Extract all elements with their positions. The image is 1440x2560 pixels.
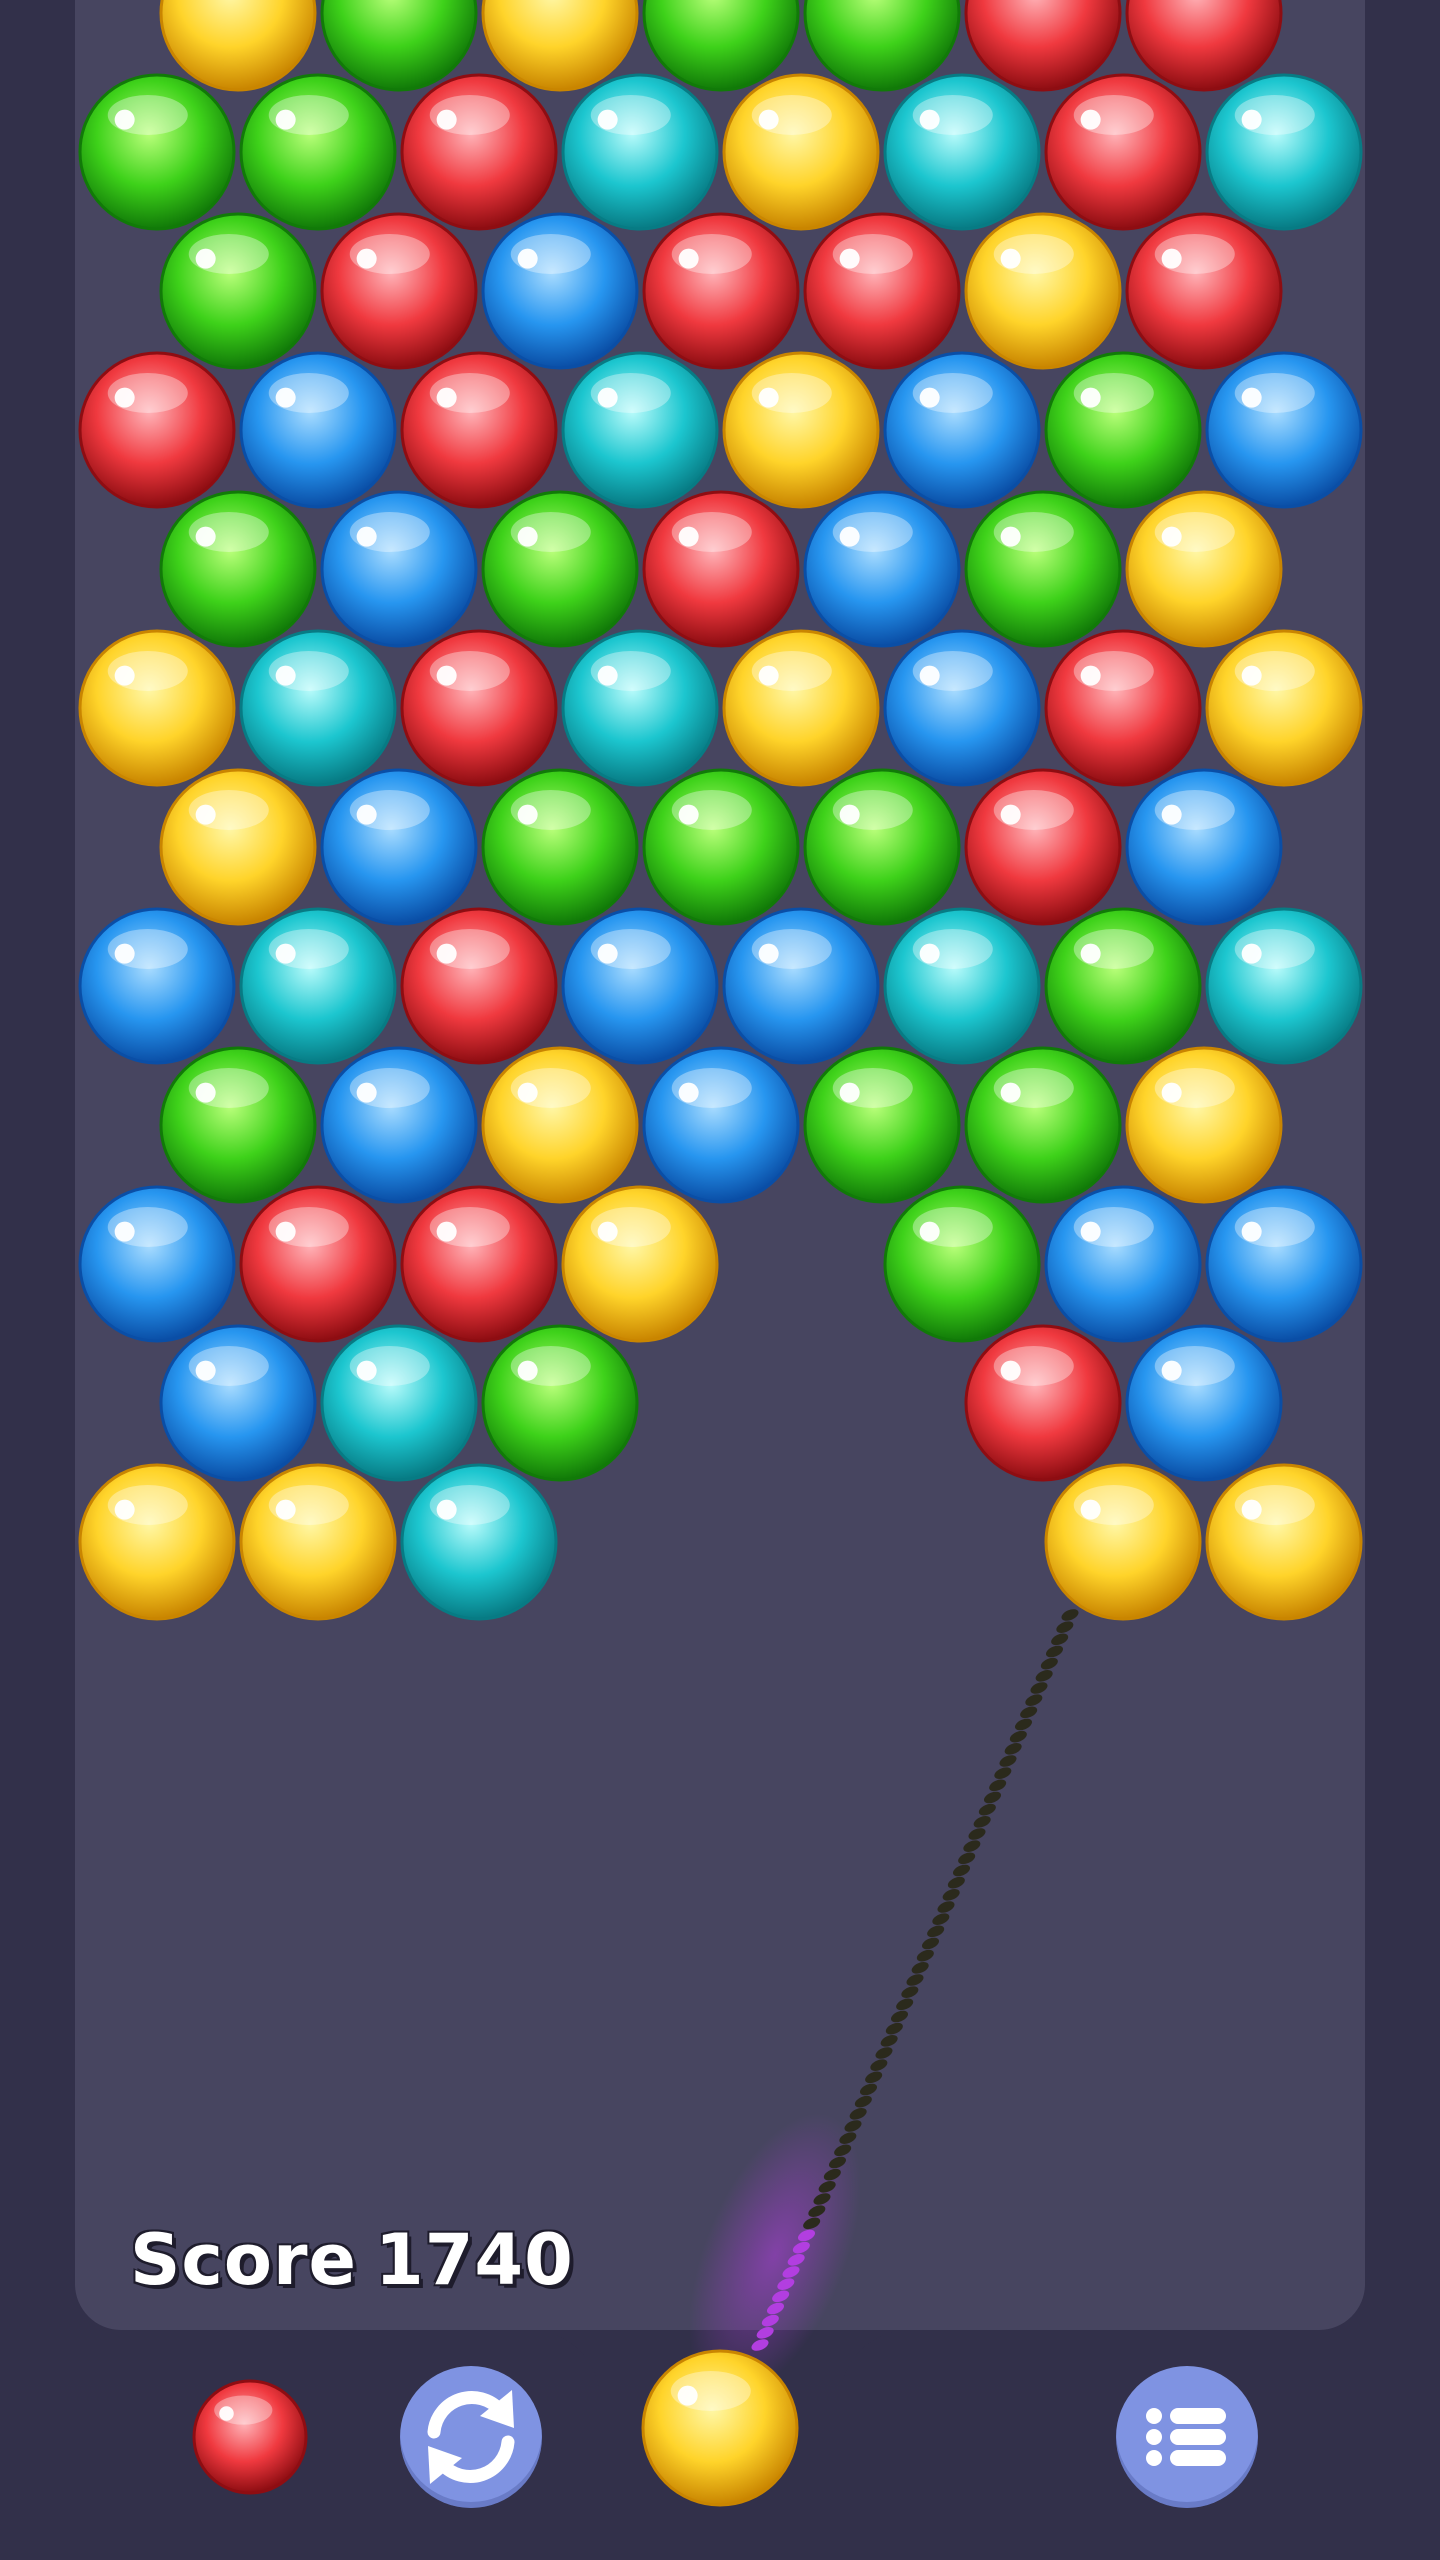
bubble-yellow bbox=[481, 1046, 639, 1204]
bubble-green bbox=[159, 490, 317, 648]
bubble-cyan bbox=[883, 907, 1041, 1065]
bubble-yellow bbox=[78, 1463, 236, 1621]
bubble-green bbox=[481, 490, 639, 648]
bubble-blue bbox=[320, 768, 478, 926]
score-display: Score 1740 bbox=[130, 2210, 592, 2310]
bubble-red bbox=[78, 351, 236, 509]
bubble-red bbox=[642, 490, 800, 648]
bubble-blue bbox=[803, 490, 961, 648]
bubble-green bbox=[964, 1046, 1122, 1204]
bubble-green bbox=[1044, 907, 1202, 1065]
bubble-red bbox=[642, 212, 800, 370]
bubble-green bbox=[803, 768, 961, 926]
bubble-red bbox=[803, 212, 961, 370]
bubble-cyan bbox=[239, 907, 397, 1065]
bubble-cyan bbox=[561, 73, 719, 231]
bubble-yellow bbox=[964, 212, 1122, 370]
bubble-yellow bbox=[561, 1185, 719, 1343]
bubble-cyan bbox=[1205, 73, 1363, 231]
bubble-red bbox=[964, 1324, 1122, 1482]
bubble-blue bbox=[320, 1046, 478, 1204]
bubble-blue bbox=[1205, 351, 1363, 509]
bubble-green bbox=[1044, 351, 1202, 509]
shooter-bubble[interactable] bbox=[641, 2349, 799, 2507]
bubble-red bbox=[1044, 629, 1202, 787]
bubble-yellow bbox=[1125, 1046, 1283, 1204]
bubble-yellow bbox=[1044, 1463, 1202, 1621]
next-bubble[interactable] bbox=[192, 2379, 308, 2495]
bubble-red bbox=[400, 73, 558, 231]
bubble-red bbox=[239, 1185, 397, 1343]
bubble-red bbox=[400, 907, 558, 1065]
bubble-green bbox=[239, 73, 397, 231]
bubble-red bbox=[1044, 73, 1202, 231]
bubble-blue bbox=[1044, 1185, 1202, 1343]
bubble-red bbox=[1125, 212, 1283, 370]
bubble-yellow bbox=[722, 629, 880, 787]
bubble-green bbox=[481, 1324, 639, 1482]
bubble-cyan bbox=[883, 73, 1041, 231]
bubble-yellow bbox=[1205, 1463, 1363, 1621]
bubble-blue bbox=[1125, 768, 1283, 926]
bubble-blue bbox=[1125, 1324, 1283, 1482]
bubble-green bbox=[803, 1046, 961, 1204]
bubble-cyan bbox=[561, 629, 719, 787]
bubble-red bbox=[320, 212, 478, 370]
bubble-blue bbox=[883, 351, 1041, 509]
game-stage[interactable]: Score 1740 bbox=[0, 0, 1440, 2560]
bubble-yellow bbox=[78, 629, 236, 787]
bubble-yellow bbox=[722, 351, 880, 509]
bubble-green bbox=[642, 768, 800, 926]
bubble-blue bbox=[78, 1185, 236, 1343]
bottom-tray-right bbox=[840, 2330, 1365, 2560]
bubble-red bbox=[400, 351, 558, 509]
bubble-cyan bbox=[320, 1324, 478, 1482]
bubble-green bbox=[883, 1185, 1041, 1343]
bubble-red bbox=[400, 1185, 558, 1343]
bubble-yellow bbox=[1205, 629, 1363, 787]
score-value: 1740 bbox=[375, 2219, 574, 2301]
bubble-red bbox=[964, 768, 1122, 926]
menu-button[interactable] bbox=[1116, 2366, 1258, 2508]
menu-list-icon bbox=[1146, 2408, 1226, 2466]
bubble-blue bbox=[481, 212, 639, 370]
bubble-blue bbox=[722, 907, 880, 1065]
bubble-cyan bbox=[561, 351, 719, 509]
bubble-yellow bbox=[1125, 490, 1283, 648]
swap-button[interactable] bbox=[400, 2366, 542, 2508]
bubble-green bbox=[964, 490, 1122, 648]
bubble-blue bbox=[239, 351, 397, 509]
bubble-blue bbox=[561, 907, 719, 1065]
bubble-green bbox=[159, 1046, 317, 1204]
bubble-cyan bbox=[1205, 907, 1363, 1065]
bubble-green bbox=[481, 768, 639, 926]
bubble-blue bbox=[883, 629, 1041, 787]
swap-arrows-icon bbox=[427, 2390, 515, 2484]
bubble-yellow bbox=[239, 1463, 397, 1621]
bubble-cyan bbox=[400, 1463, 558, 1621]
bubble-blue bbox=[1205, 1185, 1363, 1343]
bubble-red bbox=[400, 629, 558, 787]
score-label: Score bbox=[130, 2219, 357, 2301]
bubble-blue bbox=[642, 1046, 800, 1204]
bubble-blue bbox=[159, 1324, 317, 1482]
bubble-green bbox=[78, 73, 236, 231]
bubble-green bbox=[159, 212, 317, 370]
bubble-blue bbox=[78, 907, 236, 1065]
bubble-yellow bbox=[159, 768, 317, 926]
bubble-yellow bbox=[722, 73, 880, 231]
bubble-cyan bbox=[239, 629, 397, 787]
bubble-blue bbox=[320, 490, 478, 648]
